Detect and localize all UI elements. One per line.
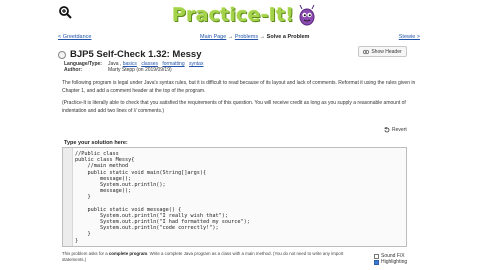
breadcrumb-arrow: → bbox=[227, 34, 234, 40]
show-header-button[interactable]: Show Header bbox=[358, 46, 407, 57]
page-title: BJP5 Self-Check 1.32: Messy bbox=[70, 49, 202, 60]
site-logo[interactable]: Practice-It! bbox=[172, 2, 317, 28]
revert-icon bbox=[384, 127, 390, 133]
next-problem-link[interactable]: Stewie > bbox=[399, 34, 420, 40]
revert-button[interactable]: Revert bbox=[384, 127, 407, 133]
breadcrumb-arrow: → bbox=[259, 34, 266, 40]
zoom-in-icon[interactable] bbox=[58, 5, 72, 19]
breadcrumb-current: Solve a Problem bbox=[266, 34, 310, 40]
highlighting-toggle[interactable]: Highlighting bbox=[374, 259, 407, 265]
nav-bar: < Greetdance Main Page → Problems → Solv… bbox=[58, 34, 420, 45]
eye-icon bbox=[363, 49, 370, 54]
revert-label: Revert bbox=[392, 127, 407, 133]
editor-gutter bbox=[63, 148, 73, 246]
tag-link[interactable]: syntax bbox=[189, 61, 203, 67]
problem-type-note: This problem asks for a complete program… bbox=[62, 251, 344, 262]
show-header-label: Show Header bbox=[371, 48, 402, 55]
highlighting-checkbox[interactable] bbox=[374, 259, 379, 265]
editor-options: Sound F/X Highlighting bbox=[374, 253, 407, 265]
breadcrumb-main-page[interactable]: Main Page bbox=[200, 34, 226, 40]
status-circle-icon bbox=[58, 50, 66, 59]
problem-description: The following program is legal under Jav… bbox=[62, 80, 416, 94]
problem-meta: Language/Type: Java , basics classes for… bbox=[64, 61, 206, 73]
code-content[interactable]: //Public class public class Messy{ //main… bbox=[75, 151, 250, 244]
sound-fx-checkbox[interactable] bbox=[374, 253, 379, 259]
solution-label: Type your solution here: bbox=[64, 140, 128, 146]
breadcrumb-problems[interactable]: Problems bbox=[235, 34, 258, 40]
problem-title-row: BJP5 Self-Check 1.32: Messy bbox=[58, 49, 201, 60]
code-line: } bbox=[75, 237, 79, 244]
mascot-icon bbox=[297, 4, 317, 26]
prev-problem-link[interactable]: < Greetdance bbox=[58, 34, 91, 40]
code-editor[interactable]: //Public class public class Messy{ //main… bbox=[62, 147, 407, 247]
breadcrumb: Main Page → Problems → Solve a Problem bbox=[200, 34, 309, 40]
highlighting-label: Highlighting bbox=[381, 259, 408, 265]
logo-text: Practice-It! bbox=[172, 4, 295, 26]
meta-author-key: Author: bbox=[64, 67, 83, 73]
problem-note: (Practice-It is literally able to check … bbox=[62, 100, 406, 114]
meta-author-value: Marty Stepp (on 2019/09/19) bbox=[108, 67, 172, 73]
